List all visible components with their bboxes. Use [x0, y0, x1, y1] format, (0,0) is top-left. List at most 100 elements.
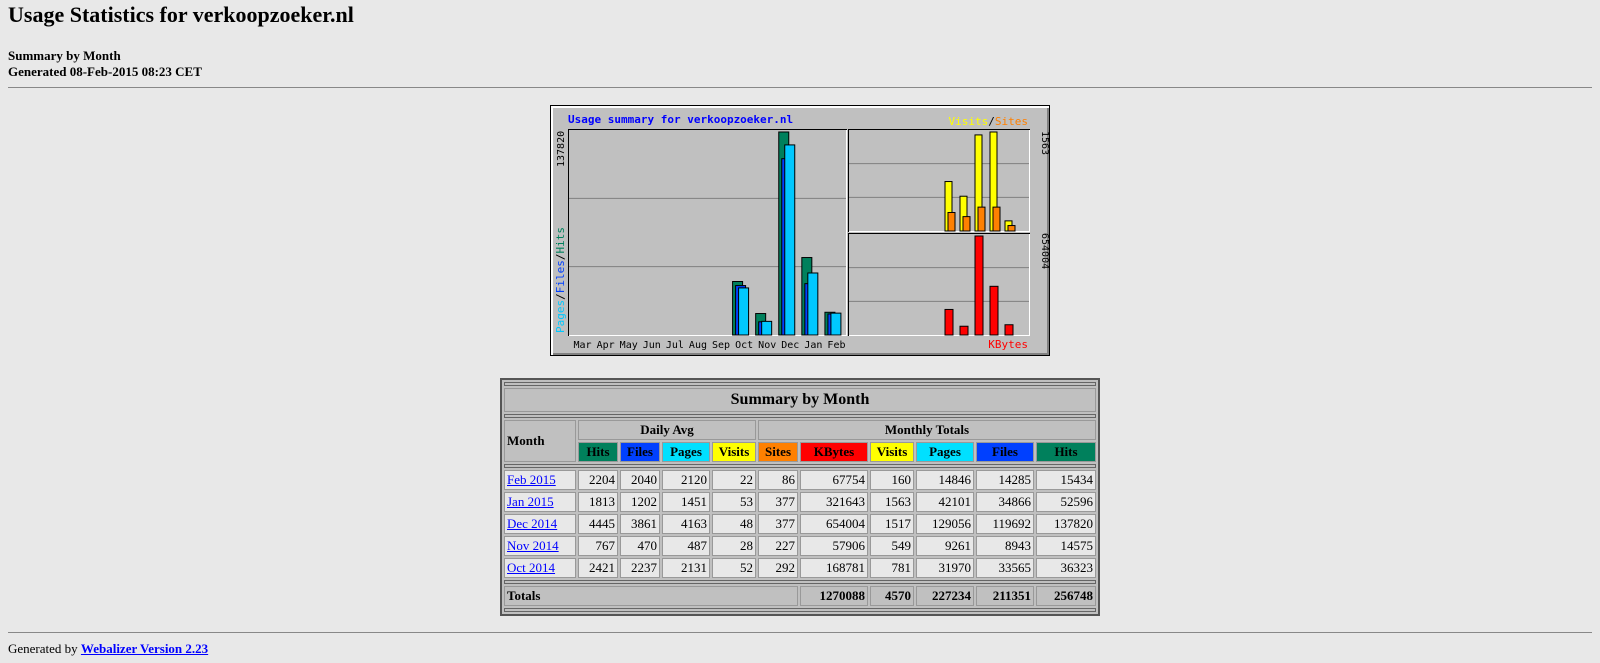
month-header: Month: [504, 420, 576, 462]
kbytes-max-label: 654004: [1039, 233, 1050, 269]
table-cell: 2421: [578, 558, 618, 578]
legend-sites: Sites: [995, 115, 1028, 128]
tick-label-month: Nov: [758, 340, 776, 351]
table-cell: 36323: [1036, 558, 1096, 578]
tick-label-month: Mar: [574, 340, 592, 351]
legend-files: Files: [554, 260, 567, 293]
table-cell: 67754: [800, 470, 868, 490]
table-cell: 22: [712, 470, 756, 490]
visits-sites-legend: Visits/Sites: [949, 115, 1029, 128]
bar-pages-dec: [784, 144, 796, 336]
bar-sites-jan: [992, 206, 1001, 232]
tick-label-month: Feb: [827, 340, 845, 351]
top-divider: [8, 87, 1592, 88]
table-bottom-bevel: [504, 608, 1096, 612]
totals-cell: 227234: [916, 586, 974, 606]
table-cell: 2204: [578, 470, 618, 490]
bar-sites-dec: [977, 206, 986, 232]
table-cell: 3861: [620, 514, 660, 534]
totals-cell: 256748: [1036, 586, 1096, 606]
table-row: Oct 2014 2421 2237 2131 52 292 168781 781 31970 3…: [504, 558, 1096, 578]
table-cell: 52596: [1036, 492, 1096, 512]
legend-visits: Visits: [949, 115, 989, 128]
table-cell: 470: [620, 536, 660, 556]
table-cell: 15434: [1036, 470, 1096, 490]
month-link[interactable]: Oct 2014: [507, 560, 555, 575]
col-daily-hits: Hits: [578, 442, 618, 462]
tick-label-month: Jan: [804, 340, 822, 351]
generated-timestamp: Generated 08-Feb-2015 08:23 CET: [8, 64, 202, 79]
table-title: Summary by Month: [504, 388, 1096, 412]
table-cell: 53: [712, 492, 756, 512]
summary-table-wrap: Summary by Month Month Daily Avg Monthly To…: [8, 372, 1592, 616]
main-plot: [568, 129, 847, 336]
table-cell: 119692: [976, 514, 1034, 534]
table-row: Jan 2015 1813 1202 1451 53 377 321643 1563 42101…: [504, 492, 1096, 512]
col-monthly-sites: Sites: [758, 442, 798, 462]
table-cell: 160: [870, 470, 914, 490]
col-daily-files: Files: [620, 442, 660, 462]
table-cell: 292: [758, 558, 798, 578]
graph-wrap: Usage summary for verkoopzoeker.nl Visit…: [8, 105, 1592, 356]
table-cell: 781: [870, 558, 914, 578]
webalizer-link[interactable]: Webalizer Version 2.23: [81, 641, 208, 656]
table-cell: 48: [712, 514, 756, 534]
table-cell: 2131: [662, 558, 710, 578]
table-cell: 14285: [976, 470, 1034, 490]
table-cell: 52: [712, 558, 756, 578]
totals-cell: 211351: [976, 586, 1034, 606]
graph-title: Usage summary for verkoopzoeker.nl: [568, 113, 793, 126]
tick-label-month: Jun: [643, 340, 661, 351]
legend-pages: Pages: [554, 300, 567, 333]
col-monthly-pages: Pages: [916, 442, 974, 462]
legend-hits: Hits: [554, 227, 567, 254]
month-link[interactable]: Jan 2015: [507, 494, 554, 509]
month-link[interactable]: Feb 2015: [507, 472, 556, 487]
month-link[interactable]: Dec 2014: [507, 516, 557, 531]
month-cell: Feb 2015: [504, 470, 576, 490]
monthly-totals-header: Monthly Totals: [758, 420, 1096, 440]
tick-label-month: Apr: [597, 340, 615, 351]
col-monthly-files: Files: [976, 442, 1034, 462]
visits-plot: [848, 129, 1030, 232]
totals-cell: 4570: [870, 586, 914, 606]
bar-kbytes-oct: [944, 308, 954, 336]
table-cell: 654004: [800, 514, 868, 534]
table-cell: 57906: [800, 536, 868, 556]
table-cell: 1517: [870, 514, 914, 534]
table-cell: 2120: [662, 470, 710, 490]
table-cell: 168781: [800, 558, 868, 578]
kbytes-plot-area: [849, 234, 1029, 335]
table-cell: 767: [578, 536, 618, 556]
bar-kbytes-nov: [959, 325, 969, 336]
table-row: Feb 2015 2204 2040 2120 22 86 67754 160 14846 142…: [504, 470, 1096, 490]
tick-label-month: Oct: [735, 340, 753, 351]
table-cell: 31970: [916, 558, 974, 578]
table-cell: 227: [758, 536, 798, 556]
col-monthly-hits: Hits: [1036, 442, 1096, 462]
table-cell: 129056: [916, 514, 974, 534]
month-cell: Jan 2015: [504, 492, 576, 512]
visits-plot-area: [849, 130, 1029, 231]
month-cell: Nov 2014: [504, 536, 576, 556]
bar-sites-nov: [962, 216, 971, 232]
tick-label-month: May: [620, 340, 638, 351]
table-row: Dec 2014 4445 3861 4163 48 377 654004 1517 12905…: [504, 514, 1096, 534]
bar-pages-jan: [807, 272, 819, 336]
table-cell: 2040: [620, 470, 660, 490]
table-cell: 28: [712, 536, 756, 556]
col-monthly-kbytes: KBytes: [800, 442, 868, 462]
table-cell: 42101: [916, 492, 974, 512]
bar-pages-nov: [761, 320, 773, 336]
totals-cell: 1270088: [800, 586, 868, 606]
tick-label-month: Aug: [689, 340, 707, 351]
month-link[interactable]: Nov 2014: [507, 538, 559, 553]
col-monthly-visits: Visits: [870, 442, 914, 462]
table-cell: 8943: [976, 536, 1034, 556]
kbytes-plot: [848, 233, 1030, 336]
table-cell: 86: [758, 470, 798, 490]
table-cell: 14846: [916, 470, 974, 490]
table-cell: 377: [758, 492, 798, 512]
table-cell: 137820: [1036, 514, 1096, 534]
summary-by-month-table: Summary by Month Month Daily Avg Monthly To…: [500, 378, 1100, 616]
